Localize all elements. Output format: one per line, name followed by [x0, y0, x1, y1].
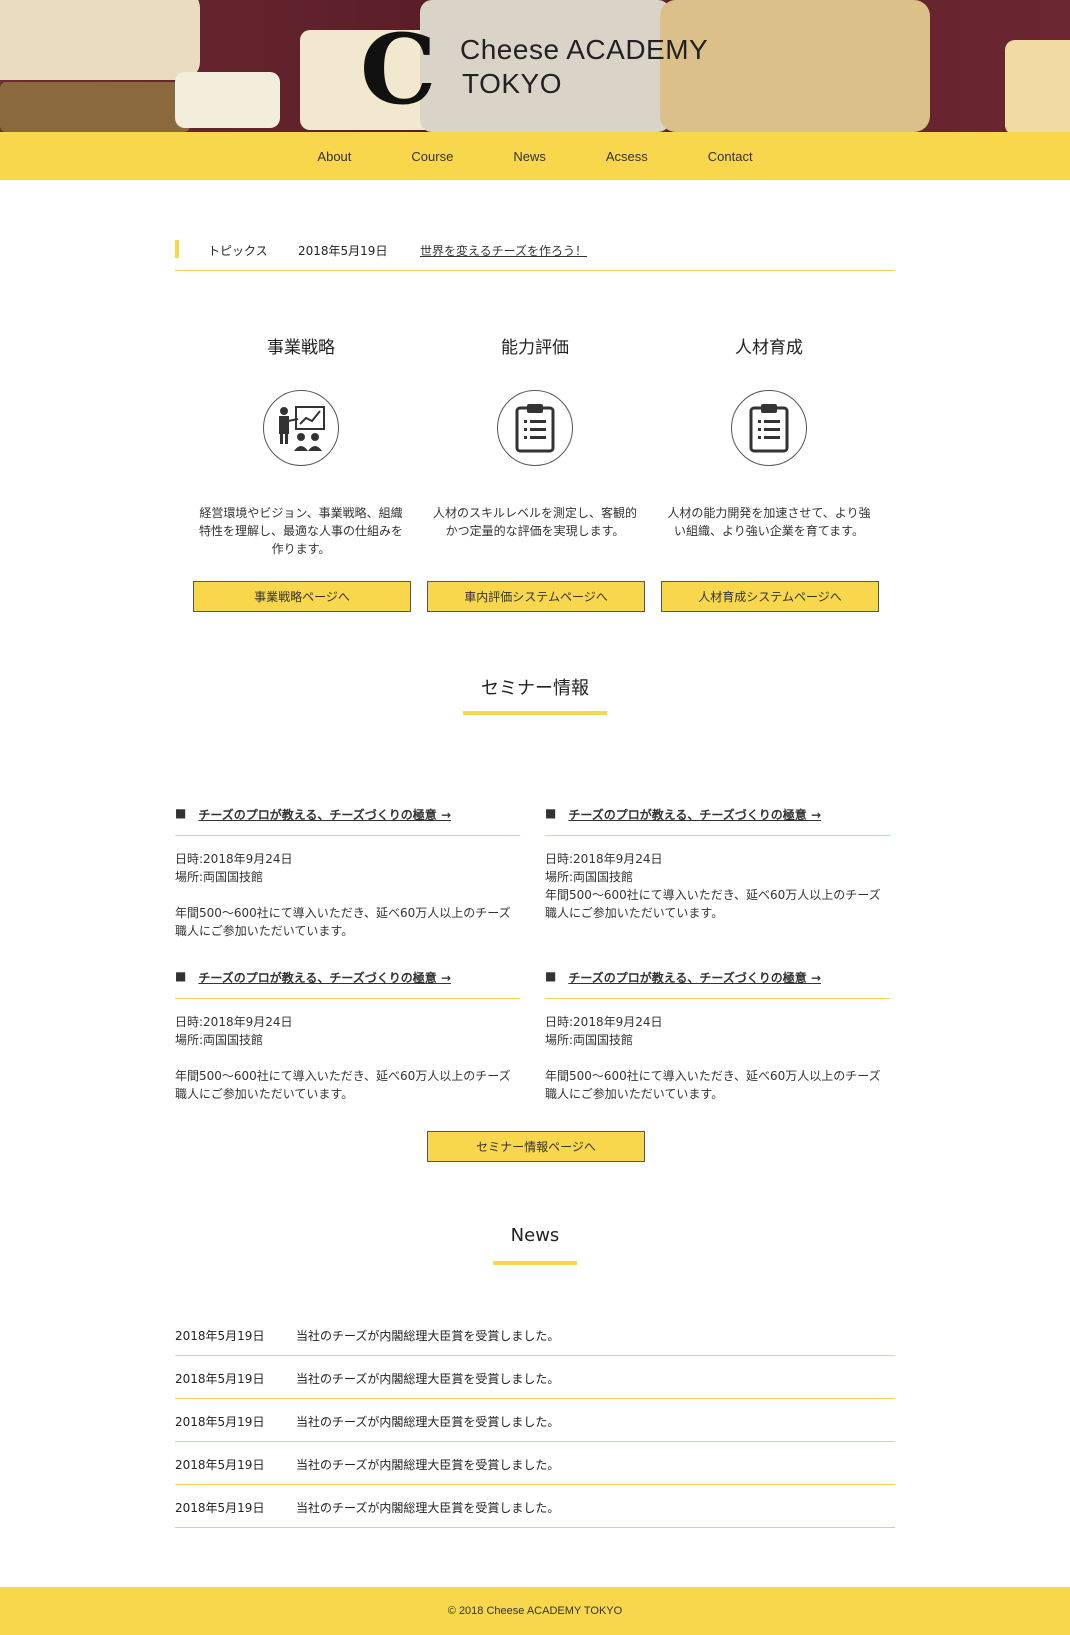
seminar-place: 場所:両国国技館 [175, 870, 264, 884]
seminar-item-body: 日時:2018年9月24日 場所:両国国技館 年間500〜600社にて導入いただ… [545, 850, 890, 922]
seminar-item-body: 日時:2018年9月24日 場所:両国国技館 年間500〜600社にて導入いただ… [545, 1013, 890, 1103]
feature-title: 能力評価 [501, 338, 569, 358]
cheese-rind-image [420, 0, 670, 132]
seminar-date: 日時:2018年9月24日 [175, 1015, 293, 1029]
seminar-place: 場所:両国国技館 [545, 1033, 634, 1047]
feature-description: 人材のスキルレベルを測定し、客観的かつ定量的な評価を実現します。 [432, 506, 637, 538]
seminar-item-link[interactable]: チーズのプロが教える、チーズづくりの極意 → [568, 969, 821, 986]
news-date: 2018年5月19日 [175, 1329, 265, 1343]
news-text: 当社のチーズが内閣総理大臣賞を受賞しました。 [296, 1458, 560, 1472]
feature-title: 事業戦略 [267, 338, 335, 358]
presentation-icon [279, 406, 325, 451]
feature-talent-development: 人材育成 人材の能力開発を加速させて、より強い組織、より強い企業を育てます。 [660, 333, 878, 540]
logo-text-line1: Cheese ACADEMY [460, 34, 709, 65]
nav-about[interactable]: About [287, 149, 381, 164]
evaluation-system-page-button[interactable]: 車内評価システムページへ [427, 581, 645, 612]
news-row[interactable]: 2018年5月19日 当社のチーズが内閣総理大臣賞を受賞しました。 [175, 1485, 895, 1528]
seminar-item-link[interactable]: チーズのプロが教える、チーズづくりの極意 → [198, 806, 451, 823]
seminar-item-heading: ■ チーズのプロが教える、チーズづくりの極意 → [545, 969, 890, 999]
topics-link[interactable]: 世界を変えるチーズを作ろう！ [420, 242, 587, 259]
topics-label: トピックス [208, 244, 268, 258]
feature-title: 人材育成 [735, 338, 803, 358]
news-row[interactable]: 2018年5月19日 当社のチーズが内閣総理大臣賞を受賞しました。 [175, 1399, 895, 1442]
seminar-description: 年間500〜600社にて導入いただき、延べ60万人以上のチーズ職人にご参加いただ… [175, 1069, 511, 1101]
logo-text-line2: TOKYO [462, 68, 563, 99]
news-date: 2018年5月19日 [175, 1501, 265, 1515]
development-system-page-button[interactable]: 人材育成システムページへ [661, 581, 879, 612]
feature-description: 人材の能力開発を加速させて、より強い組織、より強い企業を育てます。 [667, 506, 871, 538]
seminar-item: ■ チーズのプロが教える、チーズづくりの極意 → 日時:2018年9月24日 場… [545, 969, 890, 1103]
nav-news[interactable]: News [483, 149, 576, 164]
seminar-title-underline [463, 711, 607, 715]
square-bullet-icon: ■ [545, 806, 557, 820]
news-section-title: News [510, 1225, 560, 1246]
square-bullet-icon: ■ [175, 969, 187, 983]
nav-course[interactable]: Course [381, 149, 483, 164]
news-text: 当社のチーズが内閣総理大臣賞を受賞しました。 [296, 1329, 560, 1343]
feature-icon-circle [731, 390, 807, 466]
nav-access[interactable]: Acsess [576, 149, 678, 164]
news-text: 当社のチーズが内閣総理大臣賞を受賞しました。 [296, 1501, 560, 1515]
news-title-underline [493, 1261, 577, 1265]
news-date: 2018年5月19日 [175, 1458, 265, 1472]
news-row[interactable]: 2018年5月19日 当社のチーズが内閣総理大臣賞を受賞しました。 [175, 1356, 895, 1399]
business-strategy-page-button[interactable]: 事業戦略ページへ [193, 581, 411, 612]
clipboard-icon [749, 404, 789, 453]
cheese-board-image [0, 82, 190, 132]
seminar-page-button[interactable]: セミナー情報ページへ [427, 1131, 645, 1162]
seminar-place: 場所:両国国技館 [175, 1033, 264, 1047]
main-nav: About Course News Acsess Contact [0, 132, 1070, 180]
clipboard-icon [515, 404, 555, 453]
news-row[interactable]: 2018年5月19日 当社のチーズが内閣総理大臣賞を受賞しました。 [175, 1313, 895, 1356]
seminar-item: ■ チーズのプロが教える、チーズづくりの極意 → 日時:2018年9月24日 場… [175, 969, 520, 1103]
seminar-item: ■ チーズのプロが教える、チーズづくりの極意 → 日時:2018年9月24日 場… [545, 806, 890, 922]
seminar-date: 日時:2018年9月24日 [545, 1015, 663, 1029]
cheese-wheel-image [0, 0, 200, 80]
footer: © 2018 Cheese ACADEMY TOKYO [0, 1587, 1070, 1635]
seminar-item-heading: ■ チーズのプロが教える、チーズづくりの極意 → [175, 969, 520, 999]
seminar-item-heading: ■ チーズのプロが教える、チーズづくりの極意 → [175, 806, 520, 836]
nav-contact[interactable]: Contact [678, 149, 783, 164]
cheese-wedge-image [1005, 40, 1070, 132]
news-date: 2018年5月19日 [175, 1372, 265, 1386]
square-bullet-icon: ■ [175, 806, 187, 820]
topics-accent-bar [175, 240, 179, 258]
news-text: 当社のチーズが内閣総理大臣賞を受賞しました。 [296, 1372, 560, 1386]
topics-date: 2018年5月19日 [298, 244, 388, 258]
seminar-description: 年間500〜600社にて導入いただき、延べ60万人以上のチーズ職人にご参加いただ… [545, 888, 881, 920]
feature-icon-circle [263, 390, 339, 466]
seminar-date: 日時:2018年9月24日 [175, 852, 293, 866]
feature-business-strategy: 事業戦略 経営環境やビジョン、事業戦略、組織特性を理解し、最適な人事の仕組みを作… [192, 333, 410, 558]
news-row[interactable]: 2018年5月19日 当社のチーズが内閣総理大臣賞を受賞しました。 [175, 1442, 895, 1485]
feature-description: 経営環境やビジョン、事業戦略、組織特性を理解し、最適な人事の仕組みを作ります。 [198, 506, 403, 556]
seminar-place: 場所:両国国技館 [545, 870, 634, 884]
seminar-item-link[interactable]: チーズのプロが教える、チーズづくりの極意 → [568, 806, 821, 823]
seminar-item: ■ チーズのプロが教える、チーズづくりの極意 → 日時:2018年9月24日 場… [175, 806, 520, 940]
news-text: 当社のチーズが内閣総理大臣賞を受賞しました。 [296, 1415, 560, 1429]
news-date: 2018年5月19日 [175, 1415, 265, 1429]
topics-bar: トピックス 2018年5月19日 世界を変えるチーズを作ろう！ [175, 240, 895, 271]
seminar-item-body: 日時:2018年9月24日 場所:両国国技館 年間500〜600社にて導入いただ… [175, 1013, 520, 1103]
seminar-section-title: セミナー情報 [481, 678, 589, 699]
footer-copyright: © 2018 Cheese ACADEMY TOKYO [447, 1605, 623, 1617]
seminar-item-link[interactable]: チーズのプロが教える、チーズづくりの極意 → [198, 969, 451, 986]
hero-banner: C Cheese ACADEMY TOKYO [0, 0, 1070, 132]
cheese-wedge-image [175, 72, 280, 128]
feature-icon-circle [497, 390, 573, 466]
seminar-item-heading: ■ チーズのプロが教える、チーズづくりの極意 → [545, 806, 890, 836]
cheese-block-image [660, 0, 930, 132]
seminar-item-body: 日時:2018年9月24日 場所:両国国技館 年間500〜600社にて導入いただ… [175, 850, 520, 940]
logo-mark: C [360, 13, 437, 126]
seminar-date: 日時:2018年9月24日 [545, 852, 663, 866]
seminar-description: 年間500〜600社にて導入いただき、延べ60万人以上のチーズ職人にご参加いただ… [175, 906, 511, 938]
seminar-description: 年間500〜600社にて導入いただき、延べ60万人以上のチーズ職人にご参加いただ… [545, 1069, 881, 1101]
feature-skill-evaluation: 能力評価 人材のスキルレベルを測定し、客観的かつ定量的な評価を実現します。 [426, 333, 644, 540]
square-bullet-icon: ■ [545, 969, 557, 983]
